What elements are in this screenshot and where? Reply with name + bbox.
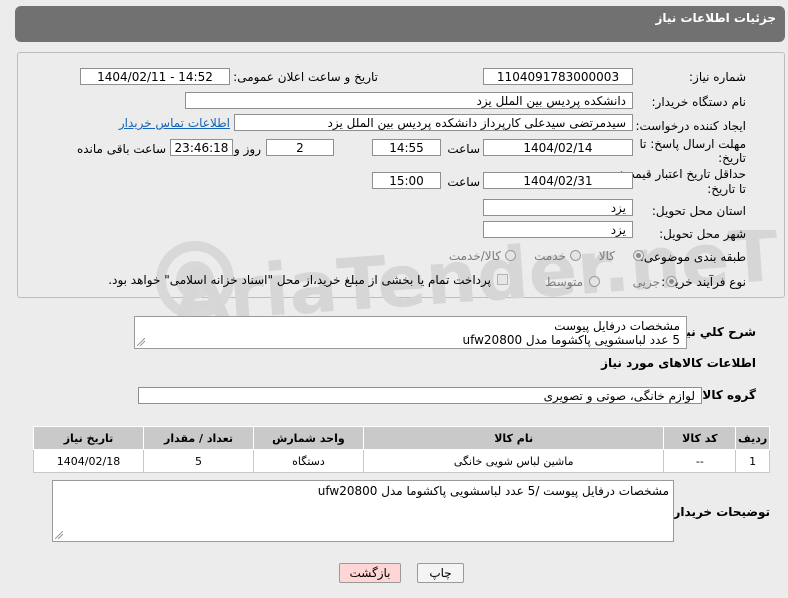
province-field: یزد xyxy=(483,199,633,216)
back-button[interactable]: بازگشت xyxy=(339,563,401,583)
price-validity-date-field: 1404/02/31 xyxy=(483,172,633,189)
category-option-service: خدمت xyxy=(534,249,566,263)
process-option-minor: جزیی xyxy=(632,275,660,289)
goods-group-label: گروه کالا: xyxy=(697,388,756,402)
remaining-time-field: 23:46:18 xyxy=(170,139,233,156)
cell-name: ماشین لباس شویی خانگی xyxy=(362,449,665,473)
goods-info-title: اطلاعات کالاهای مورد نیاز xyxy=(601,356,756,370)
process-radio-medium[interactable] xyxy=(589,276,600,287)
reply-days-field: 2 xyxy=(266,139,334,156)
buyer-notes-textarea: مشخصات درفایل پیوست /5 عدد لباسشویی پاکش… xyxy=(52,480,674,542)
announce-datetime-field: 1404/02/11 - 14:52 xyxy=(80,68,230,85)
cell-qty: 5 xyxy=(143,449,254,473)
process-radio-minor[interactable] xyxy=(666,276,677,287)
reply-deadline-time-field: 14:55 xyxy=(372,139,441,156)
reply-deadline-label: مهلت ارسال پاسخ: تا xyxy=(639,137,746,151)
buyer-contact-link[interactable]: اطلاعات تماس خریدار xyxy=(119,116,230,130)
resize-grip-icon[interactable] xyxy=(55,531,63,539)
col-date-header: تاریخ نیاز xyxy=(32,426,145,450)
category-option-goods-service: کالا/خدمت xyxy=(448,249,501,263)
buyer-org-field: دانشکده پردیس بین الملل یزد xyxy=(185,92,633,109)
days-label: روز و xyxy=(234,142,261,156)
description-line-1: مشخصات درفایل پیوست xyxy=(554,319,680,333)
reply-deadline-label-line2: تاریخ: xyxy=(718,151,746,165)
price-validity-label-line2: تا تاریخ: xyxy=(707,182,746,196)
need-number-field: 1104091783000003 xyxy=(483,68,633,85)
col-name-header: نام کالا xyxy=(362,426,665,450)
treasury-payment-checkbox[interactable] xyxy=(497,274,508,285)
need-number-label: شماره نیاز: xyxy=(689,70,746,84)
announce-datetime-label: تاریخ و ساعت اعلان عمومی: xyxy=(233,70,378,84)
col-row-header: ردیف xyxy=(735,426,770,450)
buyer-notes-text: مشخصات درفایل پیوست /5 عدد لباسشویی پاکش… xyxy=(317,484,669,498)
cell-date: 1404/02/18 xyxy=(32,449,145,473)
requester-label: ایجاد کننده درخواست: xyxy=(635,119,746,133)
buyer-notes-label: توضیحات خریدار: xyxy=(668,505,770,519)
treasury-payment-note: پرداخت تمام یا بخشی از مبلغ خرید،از محل … xyxy=(108,273,491,287)
category-radio-service[interactable] xyxy=(570,250,581,261)
category-option-goods: کالا xyxy=(598,249,615,263)
city-label: شهر محل تحویل: xyxy=(659,227,746,241)
city-field: یزد xyxy=(483,221,633,238)
requester-field: سیدمرتضی سیدعلی کارپرداز دانشکده پردیس ب… xyxy=(234,114,633,131)
description-line-2: 5 عدد لباسشویی پاکشوما مدل ufw20800 xyxy=(462,333,680,347)
table-header-row: ردیف کد کالا نام کالا واحد شمارش تعداد /… xyxy=(32,426,770,450)
price-validity-time-label: ساعت xyxy=(447,175,480,189)
page-title: جزئیات اطلاعات نیاز xyxy=(655,11,776,25)
goods-group-field: لوازم خانگی، صوتی و تصویری xyxy=(138,387,702,404)
reply-deadline-time-label: ساعت xyxy=(447,142,480,156)
price-validity-label: حداقل تاریخ اعتبار قیمت: xyxy=(619,167,746,181)
remaining-time-label: ساعت باقی مانده xyxy=(76,142,166,156)
category-label: طبقه بندی موضوعی: xyxy=(639,250,746,264)
province-label: استان محل تحویل: xyxy=(651,204,746,218)
reply-deadline-date-field: 1404/02/14 xyxy=(483,139,633,156)
col-qty-header: تعداد / مقدار xyxy=(143,426,254,450)
table-row: 1 -- ماشین لباس شویی خانگی دستگاه 5 1404… xyxy=(32,449,770,473)
cell-code: -- xyxy=(663,449,737,473)
process-option-medium: متوسط xyxy=(545,275,583,289)
resize-grip-icon[interactable] xyxy=(137,338,145,346)
items-table: ردیف کد کالا نام کالا واحد شمارش تعداد /… xyxy=(32,426,770,473)
col-unit-header: واحد شمارش xyxy=(252,426,364,450)
category-radio-goods-service[interactable] xyxy=(505,250,516,261)
cell-unit: دستگاه xyxy=(252,449,364,473)
price-validity-time-field: 15:00 xyxy=(372,172,441,189)
cell-row: 1 xyxy=(735,449,770,473)
col-code-header: کد کالا xyxy=(663,426,737,450)
category-radio-goods[interactable] xyxy=(633,250,644,261)
print-button[interactable]: چاپ xyxy=(417,563,464,583)
buyer-org-label: نام دستگاه خریدار: xyxy=(651,95,747,109)
description-textarea: مشخصات درفایل پیوست 5 عدد لباسشویی پاکشو… xyxy=(134,316,687,349)
